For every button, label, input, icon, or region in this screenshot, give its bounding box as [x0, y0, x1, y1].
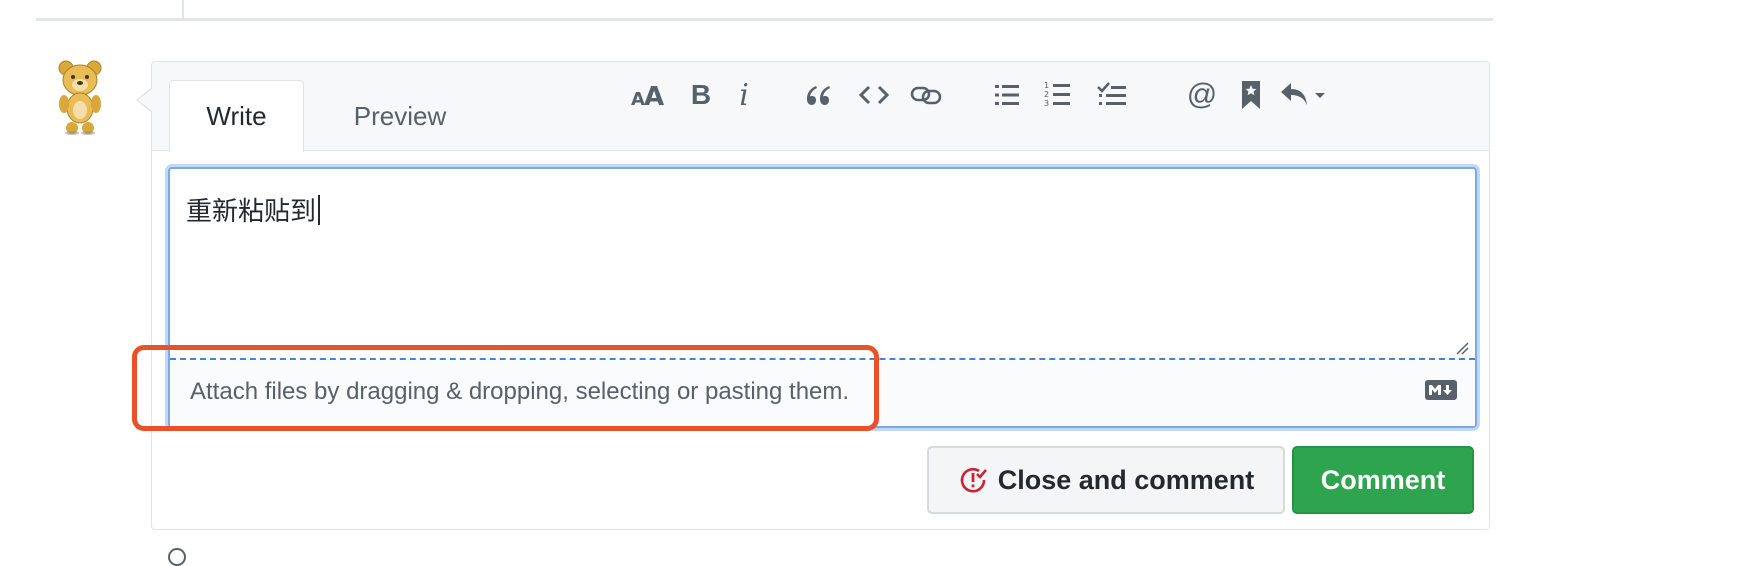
resize-handle-icon[interactable] — [1455, 341, 1469, 355]
comment-caret-fill — [138, 89, 152, 111]
comment-text: 重新粘贴到 — [186, 197, 317, 227]
markdown-icon[interactable] — [1425, 380, 1457, 400]
close-and-comment-button[interactable]: Close and comment — [927, 446, 1285, 514]
code-icon[interactable] — [853, 74, 895, 116]
comment-button[interactable]: Comment — [1292, 446, 1474, 514]
svg-text:1: 1 — [1044, 81, 1049, 90]
mention-icon[interactable]: @ — [1181, 74, 1223, 116]
tab-write[interactable]: Write — [169, 80, 304, 152]
issue-closed-icon — [958, 465, 988, 495]
svg-text:2: 2 — [1044, 90, 1049, 99]
quote-icon[interactable] — [797, 74, 839, 116]
divider — [36, 18, 1493, 21]
tab-preview[interactable]: Preview — [320, 80, 480, 152]
svg-text:A: A — [644, 82, 664, 109]
svg-text:A: A — [631, 89, 645, 109]
text-size-icon[interactable]: AA — [627, 74, 669, 116]
comment-form: Write Preview AA B i 123 @ 重新粘贴到 Attach … — [151, 61, 1490, 530]
timeline-icon — [168, 548, 186, 566]
timeline-line — [182, 0, 184, 20]
comment-textarea[interactable]: 重新粘贴到 — [170, 169, 1475, 359]
svg-text:3: 3 — [1044, 99, 1049, 108]
bold-icon[interactable]: B — [680, 74, 722, 116]
unordered-list-icon[interactable] — [986, 74, 1028, 116]
avatar[interactable] — [54, 58, 106, 136]
saved-reply-icon[interactable] — [1230, 74, 1272, 116]
annotation-highlight-box — [132, 345, 879, 431]
close-and-comment-label: Close and comment — [997, 464, 1255, 495]
task-list-icon[interactable] — [1091, 74, 1133, 116]
italic-icon[interactable]: i — [723, 74, 765, 116]
reply-icon[interactable] — [1274, 74, 1334, 116]
text-cursor — [318, 195, 321, 225]
ordered-list-icon[interactable]: 123 — [1037, 74, 1079, 116]
link-icon[interactable] — [905, 74, 947, 116]
